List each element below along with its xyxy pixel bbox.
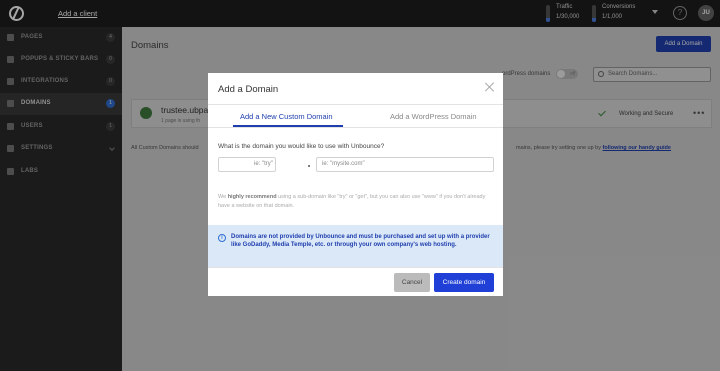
dot-separator [308,165,310,167]
create-domain-button[interactable]: Create domain [434,273,494,292]
info-note: i Domains are not provided by Unbounce a… [208,225,503,267]
recommendation-text: We highly recommend using a sub-domain l… [218,193,498,211]
subdomain-placeholder: ie: "try" or "get" [254,161,275,167]
cancel-button[interactable]: Cancel [394,273,430,292]
divider [208,104,503,105]
info-icon: i [218,234,226,242]
close-icon[interactable] [484,81,496,93]
info-note-text: Domains are not provided by Unbounce and… [231,234,490,248]
tab-wordpress-domain[interactable]: Add a WordPress Domain [390,112,477,121]
subdomain-input[interactable]: ie: "try" or "get" [218,157,276,172]
divider [208,267,503,268]
tab-custom-domain[interactable]: Add a New Custom Domain [240,112,333,121]
recommend-bold: highly recommend [227,194,277,200]
divider [208,127,503,128]
add-domain-modal: Add a Domain Add a New Custom Domain Add… [208,73,503,296]
domain-question: What is the domain you would like to use… [218,143,385,150]
modal-title: Add a Domain [218,84,279,95]
domain-input[interactable]: ie: "mysite.com" [316,157,494,172]
recommend-prefix: We [218,194,228,200]
